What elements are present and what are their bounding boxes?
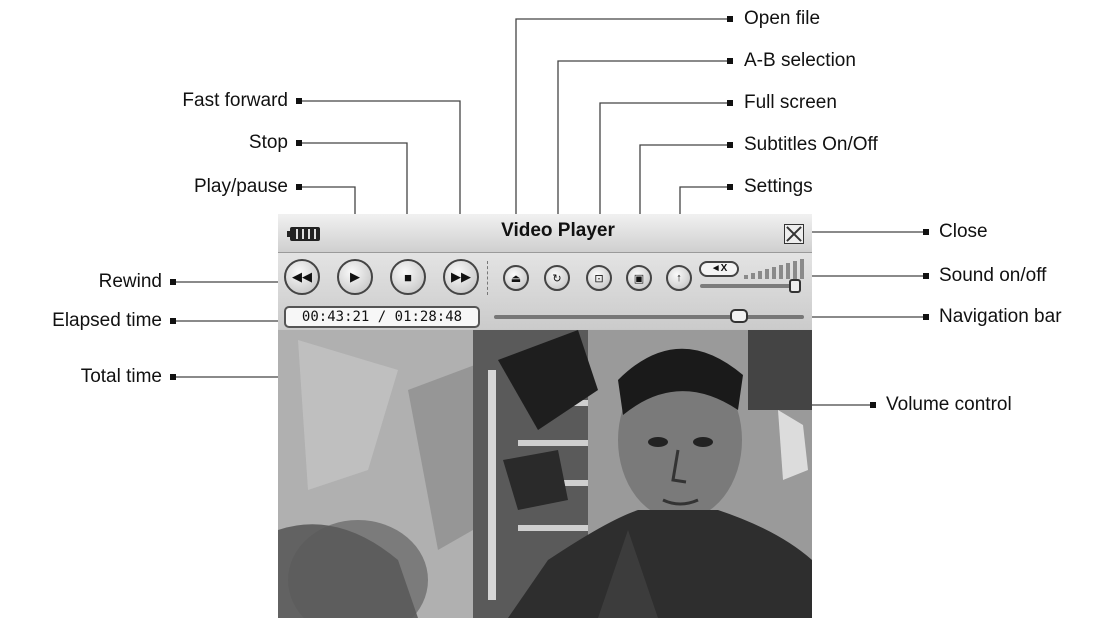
callout-marker [727, 16, 733, 22]
callout-marker [923, 273, 929, 279]
callout-play-pause: Play/pause [193, 176, 288, 197]
subtitles-icon: ▣ [633, 272, 645, 285]
callout-marker [170, 318, 176, 324]
callout-marker [170, 279, 176, 285]
ab-selection-button[interactable]: ↻ [544, 265, 570, 291]
settings-button[interactable]: ↑ [666, 265, 692, 291]
callout-total-time: Total time [80, 366, 162, 387]
callout-stop: Stop [248, 132, 288, 153]
full-screen-button[interactable]: ⊡ [586, 265, 612, 291]
callout-sound-on-off: Sound on/off [939, 265, 1047, 286]
play-icon: ▶ [350, 269, 360, 284]
time-display: 00:43:21 / 01:28:48 [284, 306, 480, 328]
title-bar: Video Player [278, 214, 812, 253]
callout-fast-forward: Fast forward [182, 90, 288, 111]
callout-marker [727, 58, 733, 64]
close-button[interactable] [784, 224, 804, 244]
rewind-icon: ◀◀ [292, 269, 312, 284]
callout-marker [923, 229, 929, 235]
callout-volume-control: Volume control [886, 394, 1012, 415]
open-file-button[interactable]: ⏏ [503, 265, 529, 291]
subtitles-button[interactable]: ▣ [626, 265, 652, 291]
window-title: Video Player [501, 220, 615, 241]
video-still-image [278, 330, 812, 618]
eject-icon: ⏏ [510, 272, 522, 285]
callout-elapsed-time: Elapsed time [52, 310, 162, 331]
settings-icon: ↑ [676, 272, 682, 284]
volume-level-bars [744, 259, 806, 279]
fast-forward-button[interactable]: ▶▶ [443, 259, 479, 295]
callout-marker [727, 142, 733, 148]
full-screen-icon: ⊡ [594, 272, 604, 285]
stop-button[interactable]: ■ [390, 259, 426, 295]
callout-marker [296, 184, 302, 190]
callout-marker [727, 184, 733, 190]
video-frame [278, 330, 812, 618]
callout-rewind: Rewind [98, 271, 162, 292]
speaker-mute-icon: ◄X [710, 263, 728, 274]
rewind-button[interactable]: ◀◀ [284, 259, 320, 295]
callout-navigation-bar: Navigation bar [939, 306, 1062, 327]
control-panel: ◀◀ ▶ ■ ▶▶ ⏏ ↻ ⊡ ▣ ↑ ◄X 00:43:21 / 01:28:… [278, 253, 812, 329]
callout-marker [923, 314, 929, 320]
callout-subtitles: Subtitles On/Off [744, 134, 878, 155]
ab-repeat-icon: ↻ [552, 272, 562, 285]
separator [487, 261, 489, 295]
navigation-bar[interactable] [494, 315, 804, 319]
sound-toggle-button[interactable]: ◄X [699, 261, 739, 277]
callout-settings: Settings [744, 176, 813, 197]
callout-close: Close [939, 221, 988, 242]
callout-open-file: Open file [744, 8, 821, 29]
callout-full-screen: Full screen [744, 92, 837, 113]
fast-forward-icon: ▶▶ [451, 269, 471, 284]
volume-slider-knob[interactable] [789, 279, 801, 293]
stop-icon: ■ [404, 269, 412, 285]
callout-marker [296, 98, 302, 104]
play-pause-button[interactable]: ▶ [337, 259, 373, 295]
navigation-knob[interactable] [729, 309, 748, 323]
callout-marker [296, 140, 302, 146]
callout-ab-selection: A-B selection [744, 50, 856, 71]
callout-marker [727, 100, 733, 106]
callout-marker [870, 402, 876, 408]
callout-marker [170, 374, 176, 380]
battery-icon [287, 227, 320, 241]
video-player-window: Video Player ◀◀ ▶ ■ ▶▶ ⏏ ↻ ⊡ ▣ ↑ ◄X 00:4… [278, 214, 812, 618]
volume-slider-track[interactable] [700, 284, 800, 288]
